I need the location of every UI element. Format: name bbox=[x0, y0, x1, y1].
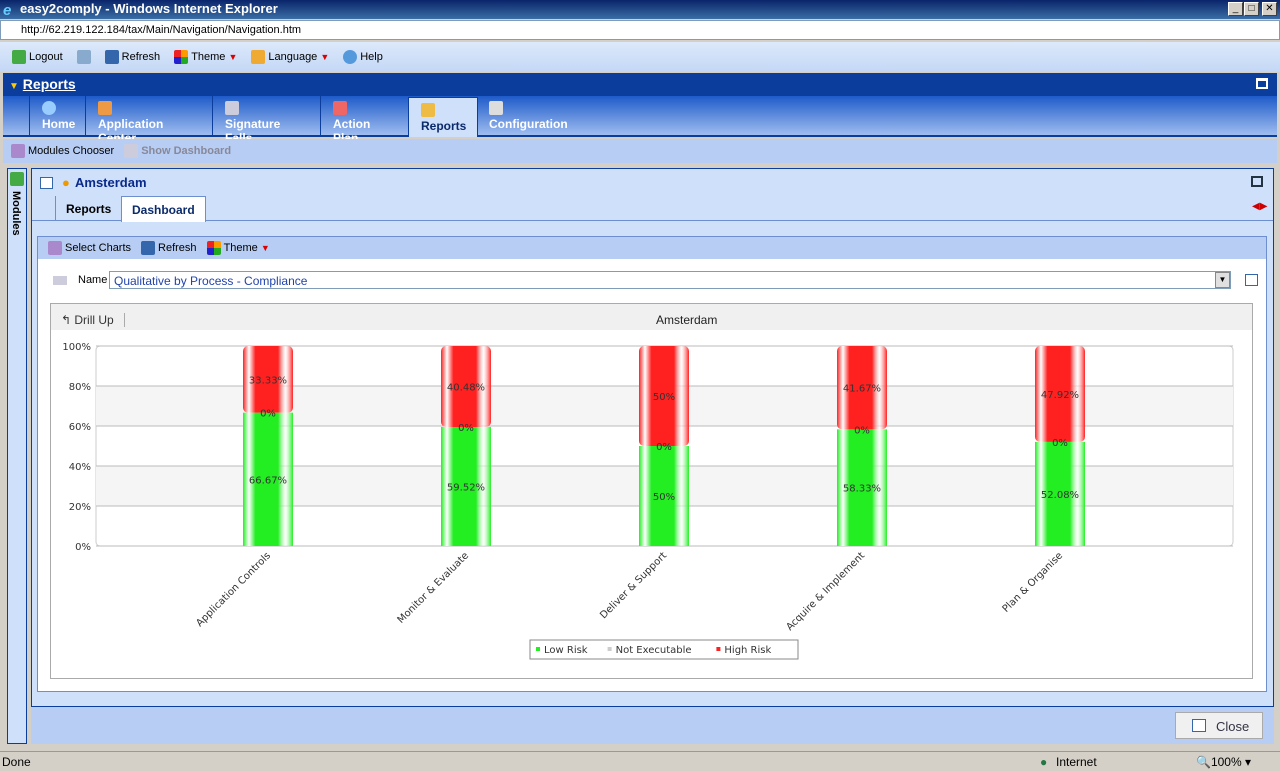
zone-label: Internet bbox=[1056, 755, 1097, 769]
data-label: 59.52% bbox=[447, 482, 485, 493]
status-bar: Done ● Internet 🔍100% ▾ bbox=[0, 751, 1280, 771]
y-tick-label: 60% bbox=[69, 422, 91, 433]
close-icon bbox=[1192, 719, 1206, 732]
data-label: 52.08% bbox=[1041, 490, 1079, 501]
legend-swatch bbox=[607, 647, 612, 651]
legend-swatch bbox=[536, 647, 540, 651]
zoom-label: 100% bbox=[1210, 755, 1242, 769]
legend-label: Low Risk bbox=[544, 645, 588, 656]
footer-bar bbox=[31, 706, 1274, 744]
y-tick-label: 0% bbox=[75, 542, 91, 553]
x-tick-label: Application Controls bbox=[194, 550, 273, 629]
y-tick-label: 20% bbox=[69, 502, 91, 513]
legend-label: High Risk bbox=[724, 645, 771, 656]
data-label: 33.33% bbox=[249, 375, 287, 386]
data-label: 58.33% bbox=[843, 484, 881, 495]
x-tick-label: Monitor & Evaluate bbox=[396, 550, 472, 626]
x-tick-label: Plan & Organise bbox=[1001, 550, 1065, 614]
x-tick-label: Acquire & Implement bbox=[784, 550, 867, 633]
data-label: 41.67% bbox=[843, 384, 881, 395]
data-label: 50% bbox=[653, 392, 675, 403]
legend-swatch bbox=[716, 647, 721, 651]
close-button[interactable]: Close bbox=[1175, 712, 1263, 739]
data-label: 0% bbox=[1052, 438, 1068, 449]
data-label: 0% bbox=[854, 425, 870, 436]
globe-icon: ● bbox=[1040, 755, 1048, 769]
close-label: Close bbox=[1216, 719, 1250, 734]
legend-label: Not Executable bbox=[616, 645, 692, 656]
data-label: 66.67% bbox=[249, 475, 287, 486]
zoom-control[interactable]: 🔍100% ▾ bbox=[1196, 755, 1251, 769]
data-label: 50% bbox=[653, 492, 675, 503]
data-label: 0% bbox=[458, 423, 474, 434]
y-tick-label: 100% bbox=[62, 342, 91, 353]
data-label: 40.48% bbox=[447, 382, 485, 393]
y-tick-label: 40% bbox=[69, 462, 91, 473]
y-tick-label: 80% bbox=[69, 382, 91, 393]
zoom-icon: 🔍 bbox=[1196, 755, 1211, 769]
stacked-bar-chart: 0% 20% 40% 60% 80% 100% 66.67% 0% 33.33% Applicat… bbox=[62, 342, 1234, 660]
data-label: 0% bbox=[656, 442, 672, 453]
data-label: 0% bbox=[260, 409, 276, 420]
x-tick-label: Deliver & Support bbox=[598, 550, 669, 621]
status-text: Done bbox=[2, 755, 31, 769]
data-label: 47.92% bbox=[1041, 390, 1079, 401]
